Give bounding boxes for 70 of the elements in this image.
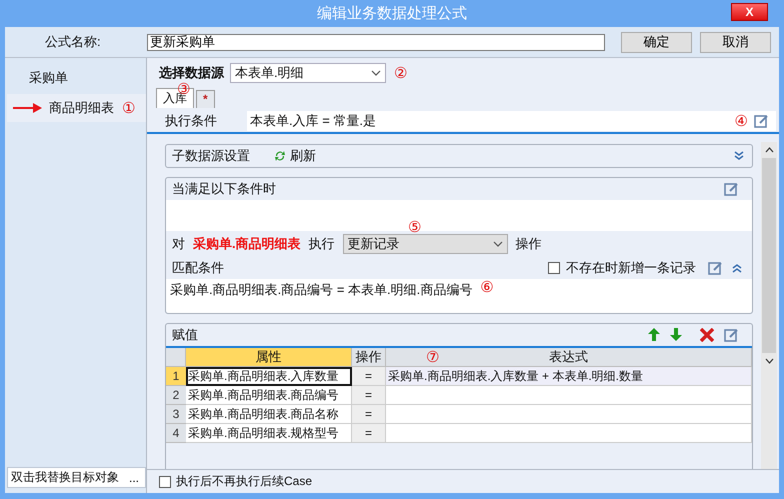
formula-name-field[interactable]: 更新采购单	[147, 34, 605, 50]
annotation-number: ⑥	[480, 278, 494, 296]
column-header[interactable]: 属性	[186, 348, 352, 367]
section-title: 匹配条件	[172, 259, 225, 277]
section-title: 当满足以下条件时	[172, 180, 277, 198]
table-cell: =	[352, 424, 386, 443]
edit-icon[interactable]	[724, 328, 738, 342]
replace-target-field[interactable]: 双击我替换目标对象 ...	[7, 467, 146, 488]
chevron-down-icon	[764, 358, 774, 364]
table-cell: =	[352, 367, 386, 386]
table-cell: 采购单.商品明细表.商品编号	[186, 386, 352, 405]
checkbox-label: 不存在时新增一条记录	[566, 259, 696, 277]
delete-icon[interactable]	[700, 328, 714, 342]
dialog-button[interactable]: 确定	[621, 32, 692, 52]
annotation-number: ④	[734, 112, 748, 130]
chevron-up-icon	[764, 147, 774, 153]
checkbox[interactable]	[548, 262, 560, 274]
double-chevron-up-icon	[732, 263, 742, 273]
close-button[interactable]: X	[731, 3, 768, 21]
table-cell: 采购单.商品明细表.规格型号	[186, 424, 352, 443]
table-cell: 采购单.商品明细表.商品名称	[186, 405, 352, 424]
row-header[interactable]: 1	[166, 367, 186, 386]
data-source-dropdown[interactable]: 本表单.明细	[230, 63, 386, 83]
annotation-number: ①	[122, 99, 136, 117]
dialog-button[interactable]: 取消	[700, 32, 771, 52]
arrow-icon	[13, 102, 43, 114]
annotation-number: ②	[394, 64, 408, 82]
text-label: 操作	[516, 235, 542, 253]
match-expression-field[interactable]: 采购单.商品明细表.商品编号 = 本表单.明细.商品编号 ⑥	[166, 279, 752, 313]
annotation-number: ⑤	[408, 218, 422, 236]
table-cell: =	[352, 386, 386, 405]
field-label: 选择数据源	[159, 64, 224, 82]
double-chevron-down-icon	[734, 151, 744, 161]
text-label: 执行	[308, 235, 335, 253]
table-cell: =	[352, 405, 386, 424]
annotation-number: ⑦	[426, 348, 440, 366]
chevron-down-icon	[492, 241, 503, 247]
arrow-down-icon[interactable]	[670, 328, 682, 342]
table-cell: 采购单.商品明细表.入库数量	[186, 367, 352, 386]
scrollbar-thumb[interactable]	[762, 158, 776, 353]
section-title: 赋值	[172, 326, 199, 344]
refresh-button[interactable]: 刷新	[274, 147, 316, 165]
column-header[interactable]: 操作	[352, 348, 386, 367]
browse-button[interactable]: ...	[122, 470, 145, 484]
edit-icon[interactable]	[724, 182, 738, 196]
edit-icon[interactable]	[754, 114, 768, 128]
operation-dropdown[interactable]: 更新记录	[342, 234, 508, 254]
sidebar-item[interactable]: 商品明细表 ①	[7, 94, 146, 122]
window-title: 编辑业务数据处理公式	[317, 4, 467, 23]
column-header[interactable]: ⑦ 表达式	[386, 348, 752, 367]
chevron-down-icon	[371, 70, 381, 76]
table-cell: 采购单.商品明细表.入库数量 + 本表单.明细.数量	[386, 367, 752, 386]
edit-icon[interactable]	[708, 261, 722, 275]
scrollbar[interactable]	[761, 142, 777, 469]
text-label: 对	[172, 235, 185, 253]
arrow-up-icon[interactable]	[648, 328, 660, 342]
sidebar-item[interactable]: 采购单	[7, 64, 146, 91]
field-label: 公式名称:	[45, 33, 102, 51]
tab[interactable]: *	[196, 90, 215, 108]
section-title: 子数据源设置	[172, 147, 250, 165]
table-corner	[166, 348, 186, 367]
row-header[interactable]: 2	[166, 386, 186, 405]
refresh-icon	[274, 150, 286, 162]
row-header[interactable]: 4	[166, 424, 186, 443]
condition-field[interactable]: 本表单.入库 = 常量.是 ④	[247, 111, 776, 131]
field-label: 执行条件	[165, 112, 218, 130]
checkbox-label: 执行后不再执行后续Case	[176, 473, 312, 490]
row-header[interactable]: 3	[166, 405, 186, 424]
checkbox[interactable]	[159, 476, 171, 488]
target-table: 采购单.商品明细表	[193, 235, 301, 253]
